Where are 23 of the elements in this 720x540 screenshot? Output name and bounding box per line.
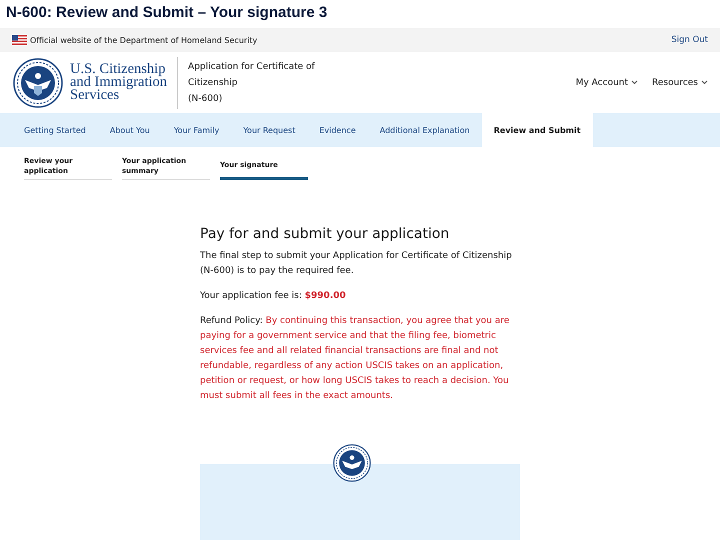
nav-tab[interactable]: Review and Submit — [482, 113, 593, 147]
refund-policy-text: Refund Policy: By continuing this transaction, you agree that you are paying for a government service and that the filing fee, biometric services fee and all related financial transactions are final and not refundable, regardless of any action USCIS takes on an application, petition or request, or how long USCIS takes to reach a decision. You must submit all fees in the exact amounts. — [200, 315, 510, 403]
flag-icon — [12, 35, 27, 45]
chevron-icon — [701, 80, 708, 85]
application-title: Application for Certificate of Citizenship (N-600) — [188, 60, 315, 106]
nav-tab[interactable]: Your Family — [162, 113, 232, 147]
seal-icon — [13, 58, 63, 108]
nav-tab[interactable]: Additional Explanation — [368, 113, 482, 147]
menu-link[interactable]: Resources — [652, 78, 708, 88]
fee-text: Your application fee is: $990.00 — [200, 290, 347, 303]
banner-text: Official website of the Department of Homeland Security — [30, 36, 258, 44]
nav-tab[interactable]: Your Request — [231, 113, 308, 147]
chevron-icon — [631, 80, 638, 85]
slide-title: N-600: Review and Submit – Your signature 3 — [5, 3, 328, 23]
page-heading: Pay for and submit your application — [200, 225, 450, 243]
intro-text: The final step to submit your Application for Certificate of Citizenship (N-600) is to pay the required fee. — [200, 250, 513, 278]
seal-icon — [333, 444, 371, 482]
sign-out-link[interactable]: Sign Out — [671, 35, 708, 45]
agency-name: U.S. Citizenship and Immigration Services — [70, 63, 168, 102]
nav-tab[interactable]: Evidence — [307, 113, 368, 147]
nav-tab[interactable]: About You — [98, 113, 162, 147]
nav-tab[interactable]: Getting Started — [12, 113, 98, 147]
menu-link[interactable]: My Account — [576, 78, 638, 88]
